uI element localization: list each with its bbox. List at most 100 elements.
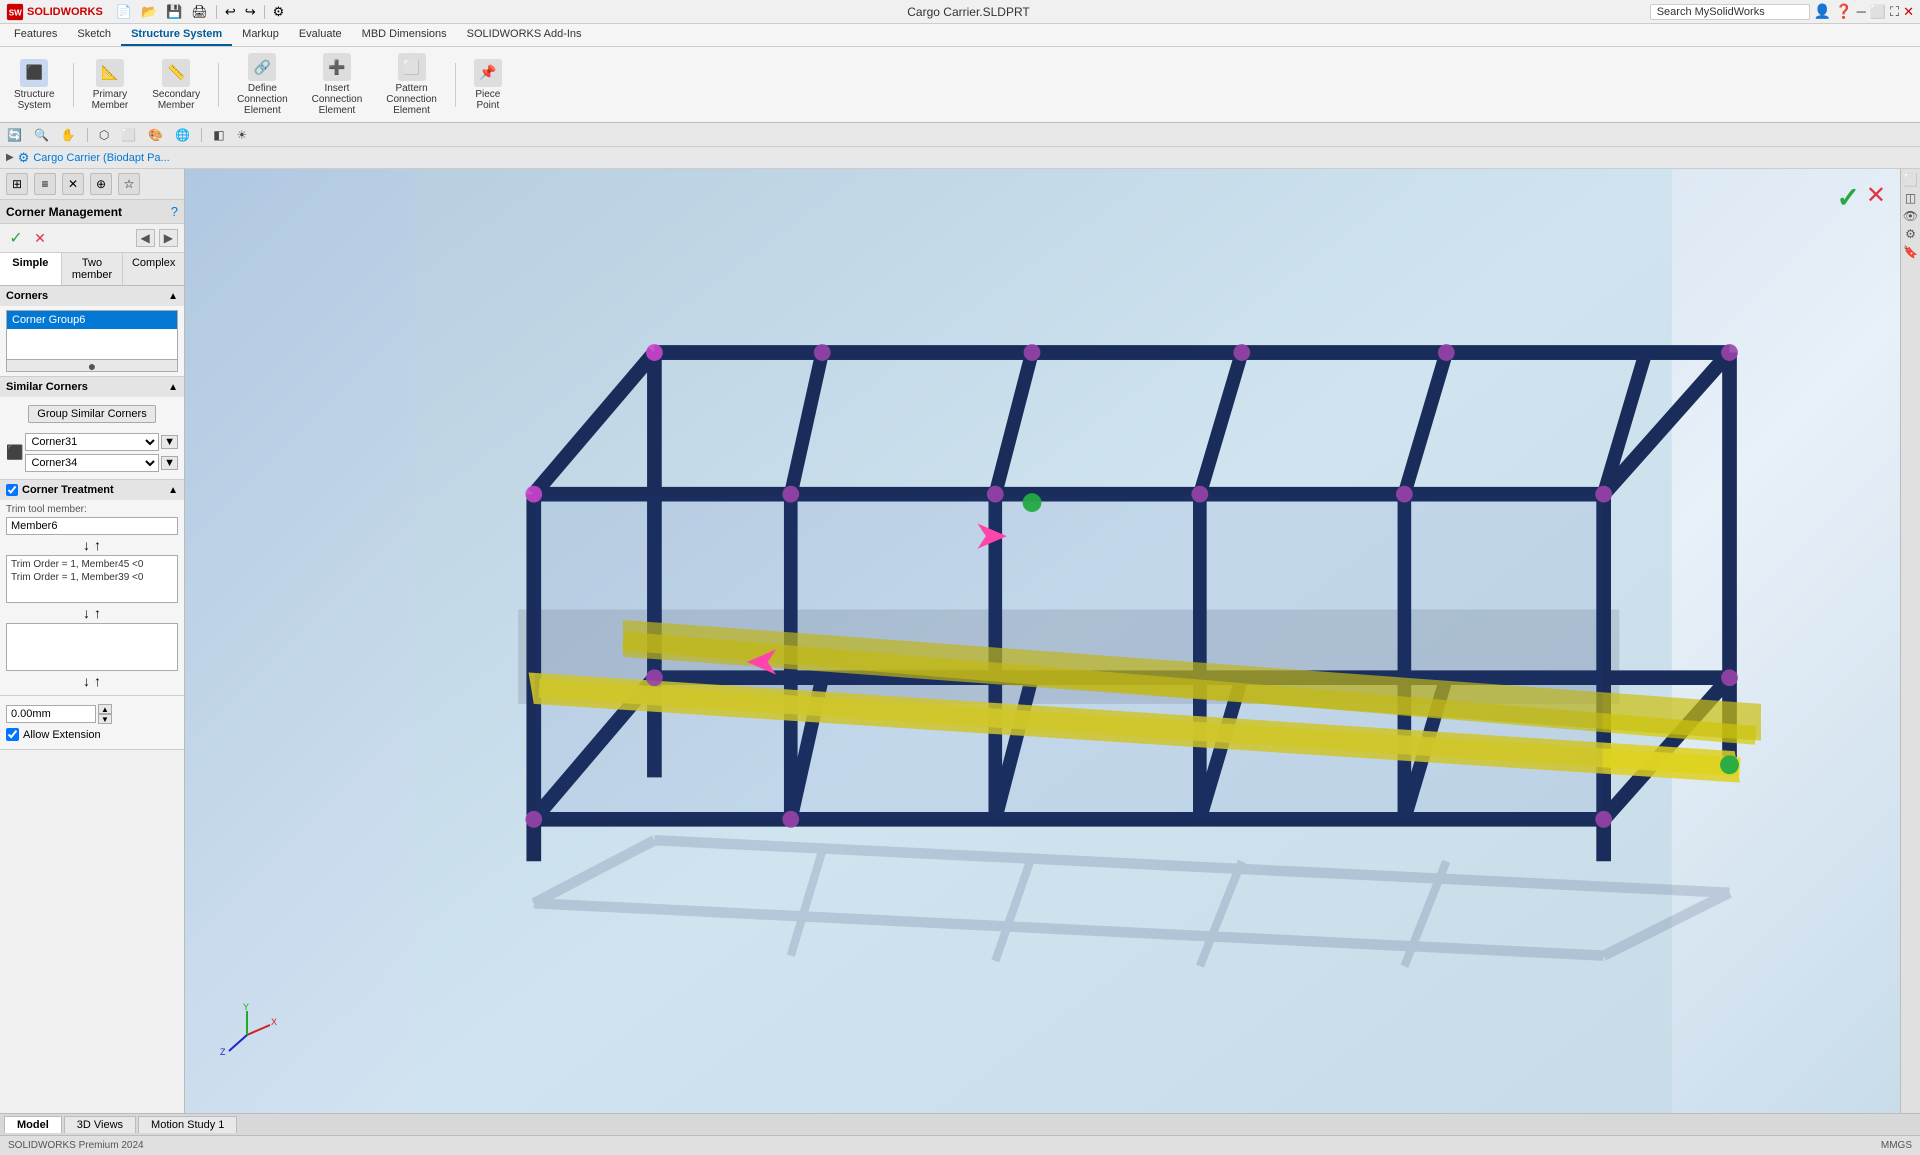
breadcrumb-item[interactable]: Cargo Carrier (Biodapt Pa...	[33, 152, 169, 164]
tab-mbd[interactable]: MBD Dimensions	[352, 24, 457, 46]
toolbar-print[interactable]: 🖨	[188, 3, 211, 21]
trim3-arrows-row: ↓ ↑	[6, 673, 178, 689]
zoom-icon[interactable]: 🔍	[31, 127, 52, 143]
model-tab-model[interactable]: Model	[4, 1116, 62, 1133]
panel-icon-3[interactable]: ✕	[62, 173, 84, 195]
panel-icon-2[interactable]: ≡	[34, 173, 56, 195]
minimize-btn[interactable]: ─	[1857, 4, 1866, 19]
display-style-icon[interactable]: ⬜	[118, 127, 139, 143]
shadows-icon[interactable]: ☀	[234, 127, 251, 143]
toolbar-settings[interactable]: ⚙	[270, 3, 288, 21]
maximize-btn[interactable]: ⬜	[1870, 4, 1886, 20]
pan-icon[interactable]: ✋	[58, 127, 79, 143]
ribbon-insert-connection[interactable]: ➕ InsertConnectionElement	[306, 51, 369, 118]
svg-text:X: X	[271, 1017, 277, 1027]
corner34-row: Corner34 ▼	[25, 454, 178, 472]
trim-tool-input[interactable]: Member6	[6, 517, 178, 535]
corner34-expand[interactable]: ▼	[161, 456, 178, 470]
allow-extension-checkbox[interactable]	[6, 728, 19, 741]
rt-icon-2[interactable]: ◫	[1903, 191, 1919, 205]
panel-icon-4[interactable]: ⊕	[90, 173, 112, 195]
corners-chevron: ▲	[168, 291, 178, 302]
tab-markup[interactable]: Markup	[232, 24, 289, 46]
tab-simple[interactable]: Simple	[0, 253, 62, 285]
tab-two-member[interactable]: Two member	[62, 253, 124, 285]
tab-features[interactable]: Features	[4, 24, 67, 46]
spin-down[interactable]: ▼	[98, 714, 112, 724]
similar-corners-label: Similar Corners	[6, 381, 88, 393]
fullscreen-btn[interactable]: ⛶	[1890, 4, 1899, 20]
trim-orders-list: Trim Order = 1, Member45 <0 Trim Order =…	[6, 555, 178, 603]
frame-svg	[185, 169, 1900, 1113]
corner31-expand[interactable]: ▼	[161, 435, 178, 449]
corner-treatment-checkbox[interactable]	[6, 484, 18, 496]
corner-treatment-body: Trim tool member: Member6 ↓ ↑ Trim Order…	[0, 500, 184, 695]
appearance-icon[interactable]: 🎨	[145, 127, 166, 143]
trim3-down-arrow[interactable]: ↓	[83, 673, 90, 689]
panel-icon-1[interactable]: ⊞	[6, 173, 28, 195]
similar-corners-chevron: ▲	[168, 382, 178, 393]
ribbon: Features Sketch Structure System Markup …	[0, 24, 1920, 123]
ribbon-pattern-connection[interactable]: ⬜ PatternConnectionElement	[380, 51, 443, 118]
rotate-icon[interactable]: 🔄	[4, 127, 25, 143]
help-icon[interactable]: ❓	[1835, 3, 1852, 20]
model-tab-motion[interactable]: Motion Study 1	[138, 1116, 237, 1133]
tab-addins[interactable]: SOLIDWORKS Add-Ins	[457, 24, 592, 46]
trim2-down-arrow[interactable]: ↓	[83, 605, 90, 621]
top-bar: SW SOLIDWORKS 📄 📂 💾 🖨 ↩ ↪ ⚙ Cargo Carrie…	[0, 0, 1920, 24]
rt-icon-3[interactable]: 👁	[1903, 209, 1919, 223]
ribbon-secondary-member[interactable]: 📏 SecondaryMember	[146, 57, 206, 113]
units-text: MMGS	[1881, 1140, 1912, 1151]
cancel-button[interactable]: ✕	[30, 228, 50, 248]
ribbon-tabs: Features Sketch Structure System Markup …	[0, 24, 1920, 47]
cm-help-icon[interactable]: ?	[171, 204, 178, 219]
trim-up-arrow[interactable]: ↑	[94, 537, 101, 553]
group-similar-btn[interactable]: Group Similar Corners	[28, 405, 155, 423]
forward-button[interactable]: ▶	[159, 229, 178, 247]
ribbon-piece-point[interactable]: 📌 PiecePoint	[468, 57, 508, 113]
ribbon-primary-member[interactable]: 📐 PrimaryMember	[86, 57, 135, 113]
toolbar-undo[interactable]: ↩	[222, 3, 239, 21]
close-btn[interactable]: ✕	[1903, 4, 1914, 20]
similar-corners-header[interactable]: Similar Corners ▲	[0, 377, 184, 397]
panel-icon-5[interactable]: ☆	[118, 173, 140, 195]
rt-icon-4[interactable]: ⚙	[1903, 227, 1919, 241]
ok-button[interactable]: ✓	[6, 228, 26, 248]
search-bar[interactable]: Search MySolidWorks	[1650, 4, 1810, 20]
model-tab-3dviews[interactable]: 3D Views	[64, 1116, 136, 1133]
corner34-dropdown[interactable]: Corner34	[25, 454, 159, 472]
corner-group6-item[interactable]: Corner Group6	[7, 311, 177, 329]
toolbar-save[interactable]: 💾	[163, 3, 185, 21]
main-content: ⊞ ≡ ✕ ⊕ ☆ Corner Management ? ✓ ✕ ◀ ▶ Si…	[0, 169, 1920, 1113]
trim3-up-arrow[interactable]: ↑	[94, 673, 101, 689]
trim2-up-arrow[interactable]: ↑	[94, 605, 101, 621]
ribbon-define-connection[interactable]: 🔗 DefineConnectionElement	[231, 51, 294, 118]
corners-header[interactable]: Corners ▲	[0, 286, 184, 306]
corner-treatment-header[interactable]: Corner Treatment ▲	[0, 480, 184, 500]
display-quality-icon[interactable]: ◧	[210, 127, 227, 143]
toolbar-open[interactable]: 📂	[138, 3, 160, 21]
back-button[interactable]: ◀	[136, 229, 155, 247]
toolbar-new[interactable]: 📄	[113, 3, 135, 21]
tab-sketch[interactable]: Sketch	[67, 24, 121, 46]
tab-complex[interactable]: Complex	[123, 253, 184, 285]
scene-icon[interactable]: 🌐	[172, 127, 193, 143]
corner31-dropdown[interactable]: Corner31	[25, 433, 159, 451]
toolbar-redo[interactable]: ↪	[242, 3, 259, 21]
tab-structure-system[interactable]: Structure System	[121, 24, 232, 46]
define-connection-icon: 🔗	[248, 53, 276, 81]
rt-icon-1[interactable]: ⬜	[1903, 173, 1919, 187]
ribbon-structure-system[interactable]: ⬛ StructureSystem	[8, 57, 61, 113]
cm-panel: Corner Management ? ✓ ✕ ◀ ▶ Simple Two m…	[0, 200, 184, 750]
trim-down-arrow[interactable]: ↓	[83, 537, 90, 553]
rt-icon-5[interactable]: 🔖	[1903, 245, 1919, 259]
trim-order-2: Trim Order = 1, Member39 <0	[9, 571, 175, 584]
offset-input[interactable]: 0.00mm	[6, 705, 96, 723]
spin-up[interactable]: ▲	[98, 704, 112, 714]
piece-point-icon: 📌	[474, 59, 502, 87]
tab-evaluate[interactable]: Evaluate	[289, 24, 352, 46]
user-icon[interactable]: 👤	[1814, 3, 1831, 20]
structure-system-icon: ⬛	[20, 59, 48, 87]
section-view-icon[interactable]: ⬡	[96, 127, 112, 143]
solidworks-logo: SW SOLIDWORKS	[6, 3, 103, 21]
